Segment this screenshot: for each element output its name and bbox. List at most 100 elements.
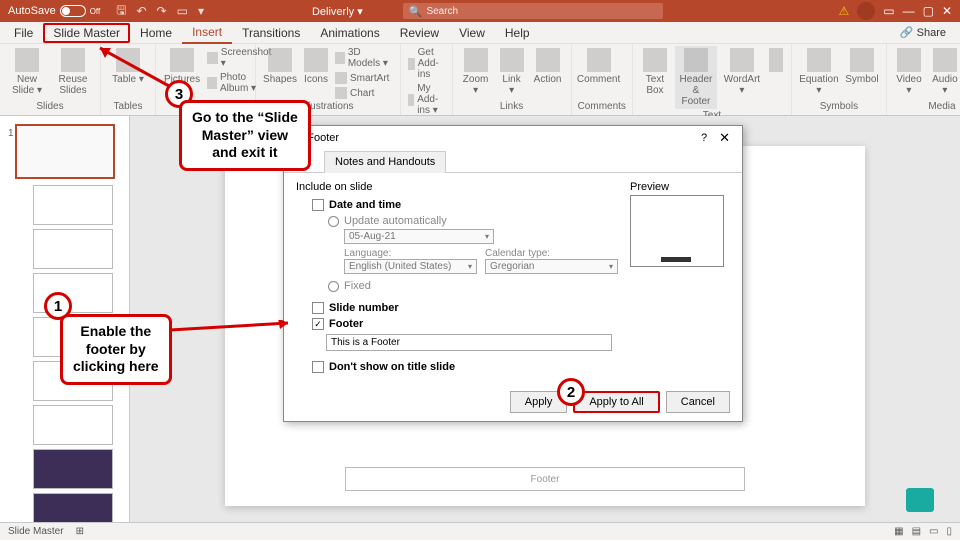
layout-thumbnail[interactable] bbox=[33, 449, 113, 489]
new-slide-button[interactable]: New Slide ▾ bbox=[6, 46, 48, 98]
smartart-button[interactable]: SmartArt bbox=[334, 71, 394, 85]
slide-number-checkbox[interactable]: Slide number bbox=[312, 300, 618, 316]
view-reading-icon[interactable]: ▭ bbox=[929, 526, 938, 537]
annotation-3-box: Go to the “SlideMaster” viewand exit it bbox=[179, 100, 311, 171]
tab-slide-master[interactable]: Slide Master bbox=[43, 23, 130, 43]
symbol-icon bbox=[850, 48, 874, 72]
more-icon[interactable]: ▾ bbox=[198, 4, 204, 18]
status-bar: Slide Master ⊞ ▦ ▤ ▭ ▯ bbox=[0, 522, 960, 540]
fixed-radio[interactable]: Fixed bbox=[328, 278, 618, 294]
layout-thumbnail[interactable] bbox=[33, 185, 113, 225]
close-icon[interactable]: ✕ bbox=[942, 4, 952, 18]
redo-icon[interactable]: ↷ bbox=[157, 4, 167, 18]
audio-button[interactable]: Audio ▾ bbox=[929, 46, 960, 98]
ribbon-options-icon[interactable]: ▭ bbox=[883, 4, 894, 18]
search-input[interactable] bbox=[426, 6, 656, 17]
textbox-button[interactable]: Text Box bbox=[639, 46, 671, 98]
layout-thumbnail[interactable] bbox=[33, 229, 113, 269]
minimize-icon[interactable]: — bbox=[903, 4, 915, 18]
warning-icon[interactable]: ⚠ bbox=[838, 4, 849, 18]
table-button[interactable]: Table ▾ bbox=[107, 46, 149, 87]
zoom-button[interactable]: Zoom ▾ bbox=[459, 46, 493, 98]
radio-icon bbox=[328, 216, 339, 227]
radio-icon bbox=[328, 281, 339, 292]
language-select[interactable]: English (United States)▾ bbox=[344, 259, 477, 274]
chart-button[interactable]: Chart bbox=[334, 86, 394, 100]
chevron-down-icon: ▾ bbox=[609, 262, 613, 271]
update-auto-radio[interactable]: Update automatically bbox=[328, 213, 618, 229]
comment-icon bbox=[587, 48, 611, 72]
cancel-button[interactable]: Cancel bbox=[666, 391, 730, 413]
reuse-slides-button[interactable]: Reuse Slides bbox=[52, 46, 94, 98]
calendar-select[interactable]: Gregorian▾ bbox=[485, 259, 618, 274]
title-bar: AutoSave Off 🖫 ↶ ↷ ▭ ▾ Deliverly ▾ 🔍 ⚠ ▭… bbox=[0, 0, 960, 22]
footer-placeholder[interactable]: Footer bbox=[345, 467, 745, 491]
video-button[interactable]: Video ▾ bbox=[893, 46, 925, 98]
tab-insert[interactable]: Insert bbox=[182, 22, 232, 44]
close-dialog-icon[interactable]: ✕ bbox=[715, 130, 734, 146]
view-sorter-icon[interactable]: ▤ bbox=[912, 526, 921, 537]
slideshow-icon[interactable]: ▭ bbox=[177, 4, 188, 18]
symbol-button[interactable]: Symbol bbox=[844, 46, 880, 87]
footer-checkbox[interactable]: Footer bbox=[312, 316, 618, 332]
save-icon[interactable]: 🖫 bbox=[116, 1, 126, 22]
link-button[interactable]: Link ▾ bbox=[497, 46, 527, 98]
layout-thumbnail[interactable] bbox=[33, 493, 113, 522]
user-avatar[interactable] bbox=[857, 2, 875, 20]
new-slide-icon bbox=[15, 48, 39, 72]
search-icon: 🔍 bbox=[409, 5, 423, 18]
calendar-type-label: Calendar type: bbox=[485, 248, 618, 259]
footer-text-input[interactable] bbox=[326, 334, 612, 351]
view-normal-icon[interactable]: ▦ bbox=[894, 526, 903, 537]
addins-icon bbox=[408, 94, 414, 106]
icons-button[interactable]: Icons bbox=[302, 46, 330, 87]
action-button[interactable]: Action bbox=[531, 46, 565, 87]
tab-help[interactable]: Help bbox=[495, 23, 540, 43]
reuse-slides-icon bbox=[61, 48, 85, 72]
dont-show-checkbox[interactable]: Don't show on title slide bbox=[312, 359, 618, 375]
floating-action-button[interactable] bbox=[906, 488, 934, 512]
apply-to-all-button[interactable]: Apply to All bbox=[573, 391, 659, 413]
toggle-icon bbox=[60, 5, 86, 17]
pictures-icon bbox=[170, 48, 194, 72]
slide-number: 1 bbox=[8, 128, 14, 139]
ribbon: New Slide ▾ Reuse Slides Slides Table ▾ … bbox=[0, 44, 960, 116]
tab-transitions[interactable]: Transitions bbox=[232, 23, 310, 43]
tab-file[interactable]: File bbox=[4, 23, 43, 43]
accessibility-icon[interactable]: ⊞ bbox=[76, 526, 84, 537]
tab-view[interactable]: View bbox=[449, 23, 495, 43]
date-select[interactable]: 05-Aug-21▾ bbox=[344, 229, 494, 244]
maximize-icon[interactable]: ▢ bbox=[923, 4, 934, 18]
document-title[interactable]: Deliverly ▾ bbox=[312, 5, 363, 18]
3dmodels-button[interactable]: 3D Models ▾ bbox=[334, 46, 394, 70]
get-addins-button[interactable]: Get Add-ins bbox=[407, 46, 445, 81]
layout-thumbnail[interactable] bbox=[33, 405, 113, 445]
date-time-checkbox[interactable]: Date and time bbox=[312, 197, 618, 213]
shapes-button[interactable]: Shapes bbox=[262, 46, 298, 87]
search-bar[interactable]: 🔍 bbox=[403, 3, 663, 19]
header-footer-dialog: nd Footer ? ✕ Slide Notes and Handouts I… bbox=[283, 125, 743, 422]
wordart-button[interactable]: WordArt ▾ bbox=[721, 46, 763, 98]
tab-review[interactable]: Review bbox=[390, 23, 449, 43]
header-footer-button[interactable]: Header & Footer bbox=[675, 46, 717, 109]
shapes-icon bbox=[268, 48, 292, 72]
autosave-toggle[interactable]: AutoSave Off bbox=[0, 5, 108, 17]
share-button[interactable]: 🔗 Share bbox=[890, 24, 956, 41]
smartart-icon bbox=[335, 72, 347, 84]
master-thumbnail[interactable] bbox=[15, 124, 115, 179]
textbox-icon bbox=[643, 48, 667, 72]
group-tables: Table ▾ Tables bbox=[101, 44, 156, 115]
dialog-tab-notes[interactable]: Notes and Handouts bbox=[324, 151, 446, 173]
group-slides: New Slide ▾ Reuse Slides Slides bbox=[0, 44, 101, 115]
tab-home[interactable]: Home bbox=[130, 23, 182, 43]
my-addins-button[interactable]: My Add-ins ▾ bbox=[407, 82, 445, 117]
store-icon bbox=[408, 58, 414, 70]
undo-icon[interactable]: ↶ bbox=[136, 4, 146, 18]
help-icon[interactable]: ? bbox=[701, 132, 707, 144]
group-media: Video ▾ Audio ▾ Sc… Re… Media bbox=[887, 44, 960, 115]
equation-button[interactable]: Equation ▾ bbox=[798, 46, 840, 98]
comment-button[interactable]: Comment bbox=[578, 46, 620, 87]
tab-animations[interactable]: Animations bbox=[310, 23, 389, 43]
view-slideshow-icon[interactable]: ▯ bbox=[946, 526, 952, 537]
annotation-1-box: Enable thefooter byclicking here bbox=[60, 314, 172, 385]
